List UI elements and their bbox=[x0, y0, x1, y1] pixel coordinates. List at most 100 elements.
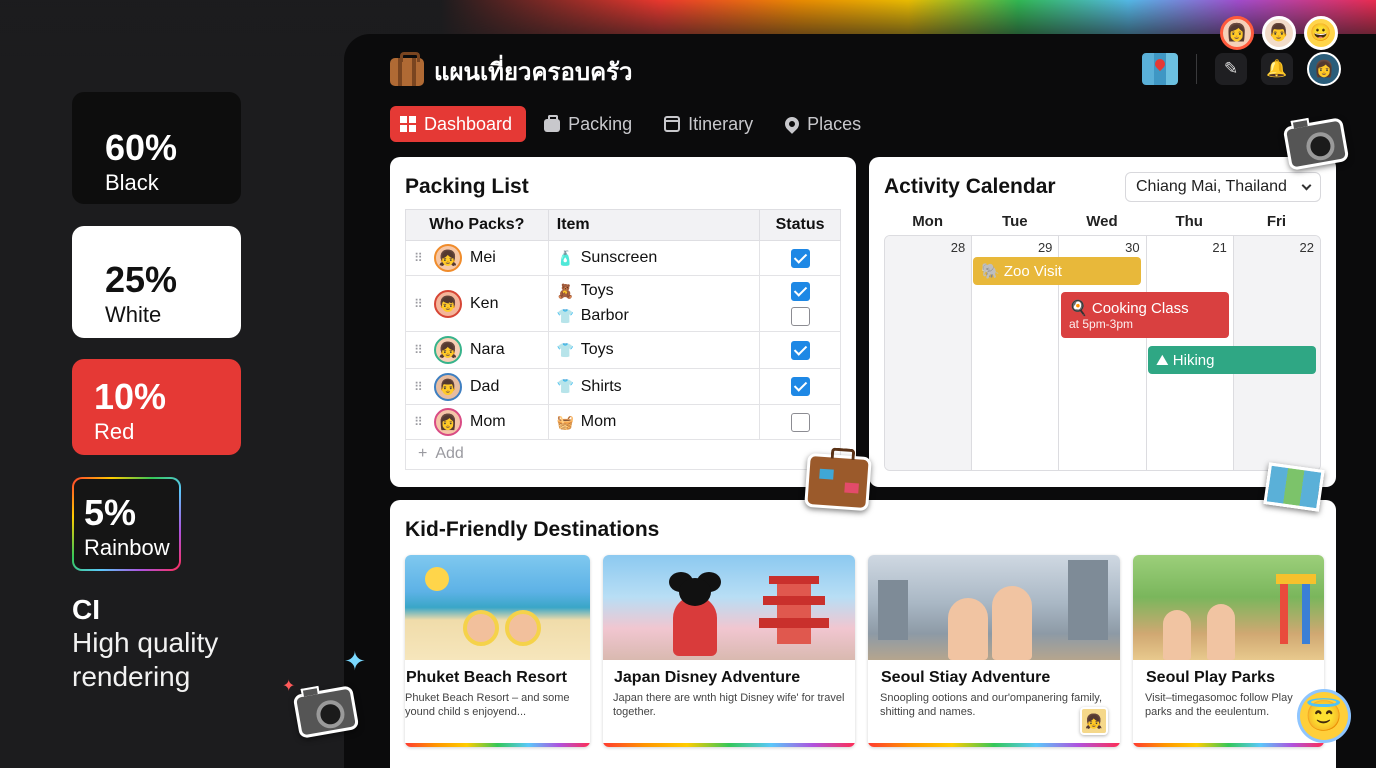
destination-card[interactable]: Seoul Stiay Adventure Snoopling ootions … bbox=[868, 555, 1120, 747]
table-row: ⠿ 👩 Mom 🧺 Mom bbox=[405, 404, 841, 440]
edit-icon[interactable]: ✎ bbox=[1215, 53, 1247, 85]
item-name: Shirts bbox=[580, 377, 622, 395]
swatch-pct: 5% bbox=[84, 492, 137, 533]
status-checkbox[interactable] bbox=[790, 281, 810, 301]
tab-dashboard[interactable]: Dashboard bbox=[390, 106, 527, 142]
mountain-icon: ⛰ bbox=[1156, 351, 1169, 369]
destination-title: Phuket Beach Resort bbox=[406, 669, 567, 686]
destination-card[interactable]: Phuket Beach Resort Phuket Beach Resort … bbox=[405, 555, 590, 747]
column-header[interactable]: Status bbox=[759, 209, 841, 241]
date-number: 29 bbox=[1037, 240, 1053, 255]
location-select[interactable]: Chiang Mai, Thailand bbox=[1125, 172, 1321, 202]
packing-list-card: Packing List Who Packs? Item Status ⠿ 👧 Me… bbox=[390, 157, 856, 487]
teddy-bear-icon: 🧸 bbox=[556, 282, 575, 299]
chevron-down-icon bbox=[1301, 180, 1312, 190]
user-avatar[interactable]: 👩 bbox=[1307, 52, 1341, 86]
swatch-pct: 10% bbox=[94, 376, 167, 417]
column-header[interactable]: Item bbox=[547, 209, 761, 241]
drag-handle-icon[interactable]: ⠿ bbox=[414, 343, 426, 357]
event-time: at 5pm-3pm bbox=[1069, 317, 1134, 331]
building-shape bbox=[878, 580, 908, 640]
sparkle-icon: ✦ bbox=[282, 678, 296, 695]
drag-handle-icon[interactable]: ⠿ bbox=[414, 380, 426, 394]
event-zoo-visit[interactable]: 🐘 Zoo Visit bbox=[973, 257, 1141, 285]
bell-icon[interactable]: 🔔 bbox=[1261, 53, 1293, 85]
swatch-rainbow: 5% Rainbow bbox=[72, 477, 181, 571]
pin-icon bbox=[782, 114, 803, 134]
park-photo bbox=[1133, 555, 1324, 660]
event-title: Hiking bbox=[1172, 351, 1215, 369]
drag-handle-icon[interactable]: ⠿ bbox=[414, 297, 426, 311]
destination-title: Seoul Play Parks bbox=[1146, 669, 1275, 686]
destination-desc: Visit–timegasomoc follow Play parks and … bbox=[1145, 692, 1293, 718]
avatar: 👨 bbox=[434, 372, 462, 401]
collaborator-avatars: 👩 👨 😀 bbox=[1220, 16, 1338, 50]
destination-info: Seoul Play Parks Visit–timegasomoc follo… bbox=[1133, 669, 1324, 719]
cooking-icon: 🍳 bbox=[1069, 300, 1088, 317]
map-sticker-icon bbox=[1263, 462, 1325, 512]
child-figure bbox=[505, 610, 541, 646]
swatch-pct: 60% bbox=[105, 127, 178, 168]
day-cell[interactable]: 28 bbox=[885, 236, 973, 470]
card-title: Activity Calendar bbox=[884, 175, 1056, 198]
event-title: Zoo Visit bbox=[1003, 263, 1062, 280]
seoul-photo bbox=[868, 555, 1120, 660]
rainbow-bar bbox=[868, 743, 1120, 747]
shirt-icon: 👕 bbox=[556, 307, 575, 324]
destination-card[interactable]: Seoul Play Parks Visit–timegasomoc follo… bbox=[1133, 555, 1324, 747]
japan-photo bbox=[603, 555, 855, 660]
drag-handle-icon[interactable]: ⠿ bbox=[414, 251, 426, 265]
tab-places[interactable]: Places bbox=[775, 106, 875, 142]
family-figure bbox=[1207, 604, 1235, 660]
swatch-label: Red bbox=[94, 419, 135, 444]
event-hiking[interactable]: ⛰ Hiking bbox=[1148, 346, 1316, 374]
divider bbox=[1196, 54, 1197, 84]
tab-packing[interactable]: Packing bbox=[534, 106, 646, 142]
avatar: 👦 bbox=[434, 289, 462, 318]
status-checkbox[interactable] bbox=[790, 248, 810, 268]
status-checkbox[interactable] bbox=[790, 340, 810, 360]
collaborator-avatar[interactable]: 😀 bbox=[1304, 16, 1338, 50]
add-item-button[interactable]: + Add bbox=[405, 439, 841, 470]
plus-icon: + bbox=[418, 445, 428, 462]
destination-desc: Japan there are wnth higt Disney wife' f… bbox=[613, 692, 845, 718]
suitcase-icon bbox=[390, 51, 424, 86]
item-name: Barbor bbox=[580, 307, 629, 324]
event-cooking-class[interactable]: 🍳 Cooking Class at 5pm-3pm bbox=[1061, 292, 1229, 338]
table-row: ⠿ 👧 Nara 👕 Toys bbox=[405, 331, 841, 369]
drag-handle-icon[interactable]: ⠿ bbox=[414, 415, 426, 429]
column-header[interactable]: Who Packs? bbox=[405, 209, 549, 241]
date-number: 22 bbox=[1299, 240, 1315, 255]
member-name: Mei bbox=[470, 249, 496, 266]
destination-card[interactable]: Japan Disney Adventure Japan there are w… bbox=[603, 555, 855, 747]
app-title: แผนเที่ยวครอบครัว bbox=[434, 59, 633, 86]
swatch-black: 60% Black bbox=[72, 92, 241, 204]
child-figure bbox=[463, 610, 499, 646]
date-number: 21 bbox=[1212, 240, 1227, 255]
collaborator-avatar[interactable]: 👨 bbox=[1262, 16, 1296, 50]
activity-calendar-card: Activity Calendar Chiang Mai, Thailand M… bbox=[869, 157, 1336, 487]
collaborator-avatar[interactable]: 👩 bbox=[1220, 16, 1254, 50]
status-checkbox[interactable] bbox=[790, 412, 810, 432]
packing-table: Who Packs? Item Status ⠿ 👧 Mei 🧴 Sunscreen … bbox=[405, 209, 841, 440]
add-label: Add bbox=[435, 445, 464, 462]
status-checkbox[interactable] bbox=[790, 377, 810, 396]
location-value: Chiang Mai, Thailand bbox=[1136, 178, 1287, 195]
angel-emoji-icon: 😇 bbox=[1300, 692, 1348, 740]
tab-itinerary[interactable]: Itinerary bbox=[654, 106, 767, 142]
family-figure bbox=[992, 586, 1032, 660]
destination-info: Japan Disney Adventure Japan there are w… bbox=[603, 669, 855, 719]
header-actions: ✎ 🔔 👩 bbox=[1142, 52, 1341, 86]
destination-title: Japan Disney Adventure bbox=[614, 669, 801, 686]
elephant-icon: 🐘 bbox=[981, 263, 1000, 280]
swatch-label: Rainbow bbox=[84, 535, 170, 560]
playground-shape bbox=[1276, 574, 1316, 644]
swatch-pct: 25% bbox=[105, 259, 178, 300]
card-title: Packing List bbox=[405, 175, 529, 198]
shirt-icon: 👕 bbox=[556, 341, 575, 358]
destination-title: Seoul Stiay Adventure bbox=[881, 669, 1051, 686]
map-icon[interactable] bbox=[1142, 53, 1178, 85]
status-checkbox[interactable] bbox=[790, 306, 810, 326]
sun-icon bbox=[425, 567, 449, 591]
tab-label: Itinerary bbox=[688, 113, 754, 134]
